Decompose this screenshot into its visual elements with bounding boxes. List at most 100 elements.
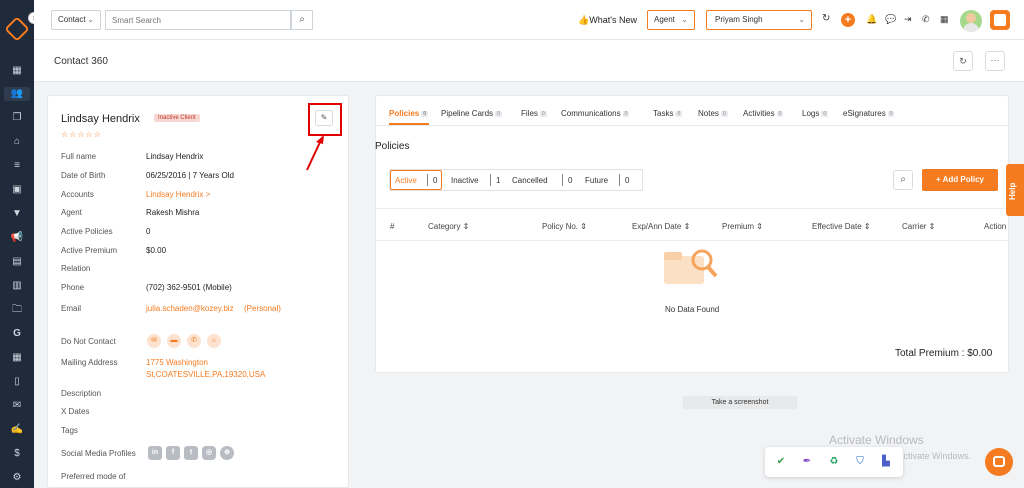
linkedin-icon[interactable]: in (148, 446, 162, 460)
edit-contact-button[interactable]: ✎ (315, 110, 333, 126)
user-select[interactable]: Priyam Singh ⌄ (706, 10, 812, 30)
app-switcher-icon[interactable] (990, 10, 1010, 30)
filter-separator (562, 174, 563, 186)
teams-icon[interactable]: ▙ (879, 455, 893, 469)
field-value: $0.00 (146, 246, 167, 255)
search-input[interactable] (106, 11, 286, 29)
bell-icon[interactable]: 🔔 (866, 14, 877, 25)
recycle-icon[interactable]: ♻ (827, 455, 841, 469)
tab-label: eSignatures (843, 109, 886, 118)
take-screenshot-button[interactable]: Take a screenshot (683, 396, 797, 409)
tab-notes[interactable]: Notes 0 (698, 109, 728, 118)
page-refresh-button[interactable]: ↻ (953, 51, 973, 71)
signature-icon[interactable]: ✍ (10, 423, 24, 437)
column-header[interactable]: Policy No. ⇕ (542, 222, 587, 231)
twitter-icon[interactable]: t (184, 446, 198, 460)
google-icon[interactable]: G (10, 327, 24, 341)
dashboard-icon[interactable]: ▦ (10, 64, 24, 78)
filter-future[interactable]: Future (585, 176, 608, 185)
id-card-icon[interactable]: ▣ (10, 183, 24, 197)
column-header[interactable]: Category ⇕ (428, 222, 469, 231)
field-value[interactable]: julia.schaden@kozey.biz (146, 304, 234, 313)
megaphone-icon[interactable]: 📢 (10, 231, 24, 245)
column-header[interactable]: Carrier ⇕ (902, 222, 935, 231)
list-icon[interactable]: ≡ (10, 159, 24, 173)
calendar-icon[interactable]: ▦ (10, 351, 24, 365)
search-field[interactable] (105, 10, 291, 30)
mailing-address-line2[interactable]: St,COATESVILLE,PA,19320,USA (146, 370, 265, 379)
field-value: Lindsay Hendrix (146, 152, 204, 161)
xdates-label: X Dates (61, 407, 90, 416)
tab-activities[interactable]: Activities 0 (743, 109, 784, 118)
activate-windows-title: Activate Windows (829, 433, 924, 447)
field-value[interactable]: Lindsay Hendrix > (146, 190, 210, 199)
filter-inactive[interactable]: Inactive (451, 176, 479, 185)
folder-icon[interactable]: 🗀 (10, 303, 24, 317)
tab-logs[interactable]: Logs 0 (802, 109, 829, 118)
filter-cancelled[interactable]: Cancelled (512, 176, 548, 185)
more-options-button[interactable]: ··· (985, 51, 1005, 71)
tab-label: Notes (698, 109, 719, 118)
mailing-address-line1[interactable]: 1775 Washington (146, 358, 208, 367)
avatar[interactable] (960, 10, 982, 32)
tab-label: Communications (561, 109, 621, 118)
column-header[interactable]: Effective Date ⇕ (812, 222, 871, 231)
documents-icon[interactable]: ❐ (10, 111, 24, 125)
facebook-icon[interactable]: f (166, 446, 180, 460)
thumbs-up-icon: 👍 (578, 15, 590, 25)
tab-tasks[interactable]: Tasks 0 (653, 109, 683, 118)
sms-dnc-icon[interactable]: ▬ (167, 334, 181, 348)
tab-files[interactable]: Files 0 (521, 109, 547, 118)
phone-icon[interactable]: ✆ (922, 14, 930, 25)
field-value: Rakesh Mishra (146, 208, 200, 217)
add-policy-button[interactable]: + Add Policy (922, 169, 998, 191)
globe-icon[interactable]: ⊕ (220, 446, 234, 460)
settings-icon[interactable]: ⚙ (10, 471, 24, 485)
phone-dnc-icon[interactable]: ✆ (187, 334, 201, 348)
calculator-icon[interactable]: ▦ (940, 14, 949, 25)
policy-search-button[interactable]: ⌕ (893, 170, 913, 190)
chevron-down-icon: ⌄ (87, 15, 94, 24)
tab-policies[interactable]: Policies 0 (389, 109, 429, 118)
tab-count-badge: 0 (495, 110, 502, 117)
search-button[interactable]: ⌕ (291, 10, 313, 30)
add-icon[interactable]: + (841, 13, 855, 27)
filter-active[interactable]: Active (395, 176, 417, 185)
bank-icon[interactable]: ⌂ (10, 135, 24, 149)
rating-stars[interactable]: ☆☆☆☆☆ (61, 130, 102, 139)
security-shield-icon[interactable]: ⛉ (853, 455, 867, 469)
user-select-value: Priyam Singh (715, 15, 763, 24)
filter-icon[interactable]: ▼ (10, 207, 24, 221)
notebook-icon[interactable]: ▤ (10, 255, 24, 269)
app-logo[interactable] (4, 16, 30, 42)
entity-select[interactable]: Contact ⌄ (51, 10, 101, 30)
empty-state-text: No Data Found (665, 305, 720, 314)
shield-check-icon[interactable]: ✔ (774, 455, 788, 469)
column-header[interactable]: Premium ⇕ (722, 222, 763, 231)
refresh-icon[interactable]: ↻ (822, 13, 830, 24)
help-tab[interactable]: Help (1006, 164, 1024, 216)
doc-icon[interactable]: ▯ (10, 375, 24, 389)
logout-icon[interactable]: ⇥ (904, 14, 912, 25)
search-icon: ⌕ (299, 14, 305, 25)
chat-widget-button[interactable] (985, 448, 1013, 476)
column-header: Action (984, 222, 1007, 231)
chat-bubble-icon (993, 456, 1005, 467)
whats-new-link[interactable]: 👍What's New (578, 15, 637, 26)
sun-dnc-icon[interactable]: ☼ (207, 334, 221, 348)
field-label: Relation (61, 264, 91, 273)
tab-esignatures[interactable]: eSignatures 0 (843, 109, 895, 118)
email-dnc-icon[interactable]: ✉ (147, 334, 161, 348)
chat-icon[interactable]: 💬 (885, 14, 896, 25)
mail-icon[interactable]: ✉ (10, 399, 24, 413)
chart-icon[interactable]: ▥ (10, 279, 24, 293)
column-header[interactable]: Exp/Ann Date ⇕ (632, 222, 690, 231)
dollar-icon[interactable]: $ (10, 447, 24, 461)
tab-pipeline-cards[interactable]: Pipeline Cards 0 (441, 109, 502, 118)
pen-icon[interactable]: ✒ (800, 455, 814, 469)
contacts-icon[interactable]: 👥 (4, 87, 30, 101)
instagram-icon[interactable]: ◎ (202, 446, 216, 460)
tab-communications[interactable]: Communications 0 (561, 109, 630, 118)
role-select[interactable]: Agent ⌄ (647, 10, 695, 30)
entity-select-value: Contact (58, 15, 86, 24)
